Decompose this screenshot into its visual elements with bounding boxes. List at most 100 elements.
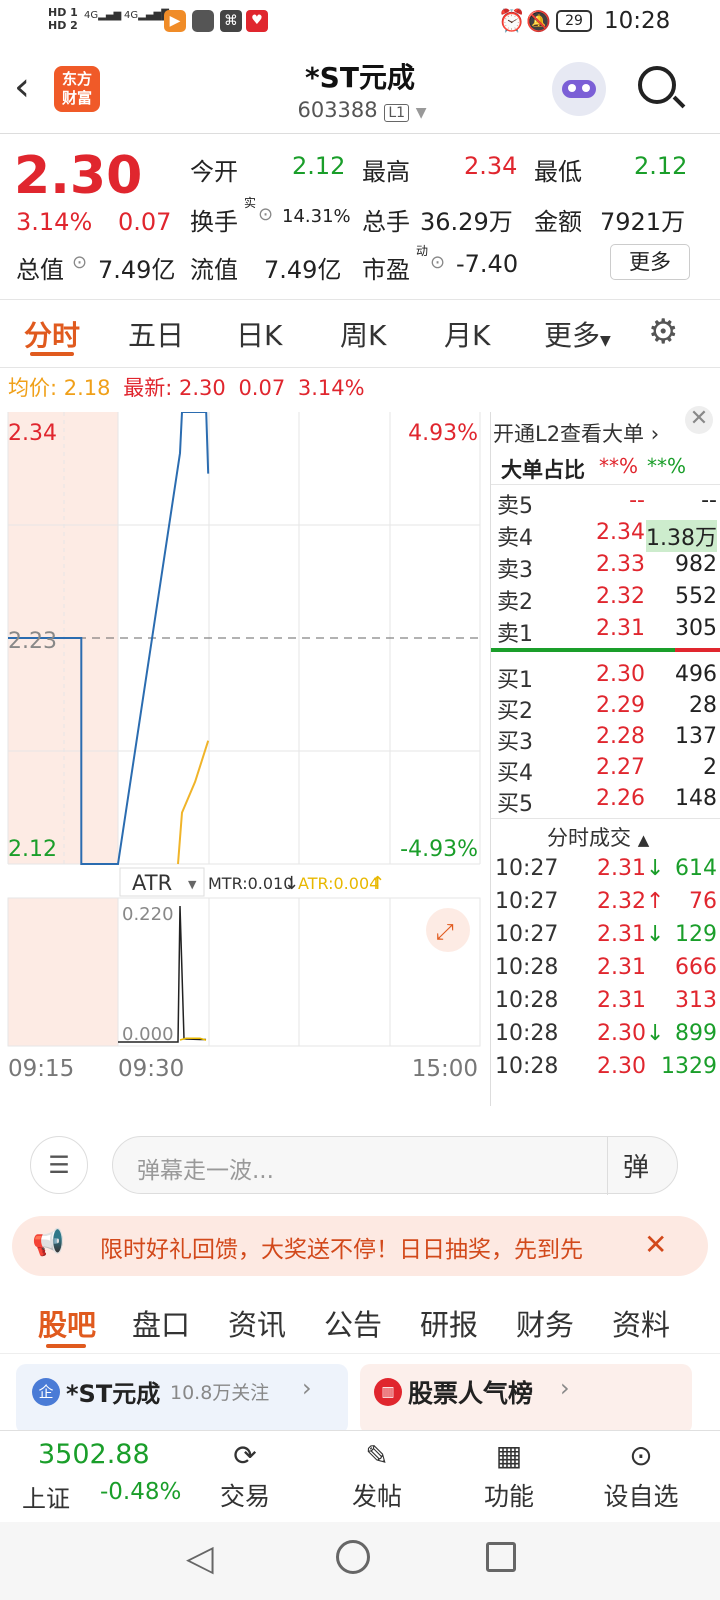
big-order-ratio-b: **% — [647, 454, 687, 478]
tab-profile[interactable]: 资料 — [612, 1302, 670, 1344]
index-value: 3502.88 — [38, 1439, 150, 1470]
tab-monthly-k[interactable]: 月K — [444, 314, 490, 354]
nav-post-label: 发帖 — [351, 1482, 402, 1511]
enterprise-badge-icon: 企 — [32, 1378, 60, 1406]
bid-row: 买1 2.30 496 — [491, 662, 720, 694]
forum-title: *ST元成 — [66, 1380, 161, 1408]
tab-guba[interactable]: 股吧 — [38, 1302, 96, 1344]
tick-time: 10:27 — [495, 889, 559, 914]
tick-price-value: 2.31 — [597, 988, 646, 1013]
tick-price: 2.30↓ — [597, 1021, 664, 1046]
ask-row: 卖4 2.34 1.38万 — [491, 520, 720, 552]
brand-logo[interactable]: 东方财富 — [54, 66, 100, 112]
header: ‹ 东方财富 *ST元成 603388 L1 ▼ — [0, 44, 720, 134]
tick-time: 10:28 — [495, 955, 559, 980]
stock-forum-card[interactable]: 企 *ST元成 10.8万关注 › — [16, 1364, 348, 1432]
tab-more[interactable]: 更多▼ — [544, 314, 611, 354]
ticks-title[interactable]: 分时成交 ▲ — [547, 822, 649, 852]
indicator-selector[interactable]: ATR ▼ — [119, 867, 205, 897]
settings-icon[interactable]: ⚙ — [648, 312, 678, 352]
tick-volume: 129 — [675, 922, 717, 947]
ask-price: 2.33 — [596, 552, 645, 577]
danmu-input[interactable]: 弹幕走一波... 弹 — [112, 1136, 678, 1195]
ask-price: 2.31 — [596, 616, 645, 641]
tick-direction-icon: ↓ — [645, 922, 665, 947]
tick-volume: 614 — [675, 856, 717, 881]
latest-pct: 3.14% — [297, 376, 365, 400]
expand-button[interactable]: ⤢ — [426, 908, 470, 952]
tick-price-value: 2.31 — [597, 922, 646, 947]
nav-trade[interactable]: ⟳ 交易 — [190, 1439, 300, 1513]
back-icon[interactable]: ‹ — [14, 64, 30, 110]
nav-functions[interactable]: ▦ 功能 — [454, 1439, 564, 1513]
info-icon[interactable]: ⊙ — [72, 252, 87, 273]
back-nav-icon[interactable]: ◁ — [186, 1538, 214, 1579]
l2-promo[interactable]: 开通L2查看大单 › — [493, 418, 659, 448]
ask-label: 卖2 — [497, 590, 533, 615]
sort-up-icon: ▲ — [637, 831, 650, 849]
latest-chg: 0.07 — [238, 376, 286, 400]
ask-volume: 1.38万 — [646, 520, 717, 552]
stock-code-row[interactable]: 603388 L1 ▼ — [272, 98, 452, 122]
close-icon[interactable]: ✕ — [685, 406, 713, 434]
bid-label: 买5 — [497, 792, 533, 817]
system-nav-bar: ◁ — [0, 1522, 720, 1600]
index-ticker[interactable]: 3502.88 上证 -0.48% — [0, 1431, 190, 1523]
open-value: 2.12 — [292, 152, 346, 180]
tab-weekly-k[interactable]: 周K — [340, 314, 386, 354]
intraday-chart[interactable]: 2.34 2.23 2.12 4.93% -4.93% ATR ▼ MTR:0.… — [0, 411, 490, 1106]
nav-post[interactable]: ✎ 发帖 — [322, 1439, 432, 1513]
bid-price: 2.26 — [596, 786, 645, 811]
ask-row: 卖1 2.31 305 — [491, 616, 720, 648]
tick-price-value: 2.31 — [597, 856, 646, 881]
big-order-label: 大单占比 — [501, 458, 585, 482]
tab-announcements[interactable]: 公告 — [324, 1302, 382, 1344]
chart-svg: 2.34 2.23 2.12 4.93% -4.93% ATR ▼ MTR:0.… — [7, 411, 481, 1082]
tick-direction-icon: ↓ — [645, 1021, 665, 1046]
robot-assistant-icon[interactable] — [552, 62, 606, 116]
current-price: 2.30 — [14, 146, 143, 206]
tick-time: 10:28 — [495, 1054, 559, 1079]
active-tab-indicator — [30, 352, 74, 356]
home-nav-icon[interactable] — [336, 1540, 370, 1574]
tab-daily-k[interactable]: 日K — [236, 314, 282, 354]
bid-volume: 496 — [675, 662, 717, 687]
info-icon[interactable]: ⊙ — [258, 204, 273, 225]
tab-research[interactable]: 研报 — [420, 1302, 478, 1344]
popularity-card[interactable]: ▥ 股票人气榜 › — [360, 1364, 692, 1432]
y-axis-mid: 2.23 — [8, 629, 57, 654]
info-icon[interactable]: ⊙ — [430, 252, 445, 273]
atr-label: ATR:0.004 — [298, 874, 379, 893]
promo-banner[interactable]: 📢 限时好礼回馈，大奖送不停！日日抽奖，先到先 ✕ — [12, 1216, 708, 1276]
tick-row: 10:28 2.30 1329 — [491, 1054, 720, 1088]
danmu-toggle-icon[interactable]: 弹 — [623, 1147, 649, 1184]
tick-row: 10:28 2.31 313 — [491, 988, 720, 1022]
close-icon[interactable]: ✕ — [644, 1228, 667, 1261]
alarm-icon: ⏰ — [498, 9, 526, 34]
tab-finance[interactable]: 财务 — [516, 1302, 574, 1344]
more-button[interactable]: 更多 — [610, 244, 690, 280]
order-book: 开通L2查看大单 › ✕ 大单占比 **% **% 卖5 -- -- 卖4 2.34 1.… — [490, 406, 720, 1106]
atr-arrow-icon: ↑ — [370, 873, 385, 894]
pct-axis-bottom: -4.93% — [400, 837, 478, 862]
cards-row: 企 *ST元成 10.8万关注 › ▥ 股票人气榜 › — [0, 1356, 720, 1432]
ask-row: 卖2 2.32 552 — [491, 584, 720, 616]
ask-price: 2.34 — [596, 520, 645, 545]
tab-intraday[interactable]: 分时 — [24, 314, 80, 354]
bid-price: 2.28 — [596, 724, 645, 749]
danmu-list-icon[interactable]: ☰ — [30, 1136, 88, 1194]
tab-news[interactable]: 资讯 — [228, 1302, 286, 1344]
tab-five-day[interactable]: 五日 — [128, 314, 184, 354]
pe-sup: 动 — [416, 244, 429, 258]
search-icon[interactable] — [638, 66, 686, 109]
nav-add-watchlist[interactable]: ⊙ 设自选 — [586, 1439, 696, 1513]
volume-value: 36.29万 — [420, 208, 513, 236]
y-axis-bottom: 2.12 — [8, 837, 57, 862]
tick-time: 10:28 — [495, 1021, 559, 1046]
stock-name[interactable]: *ST元成 — [260, 56, 460, 96]
tab-pankou[interactable]: 盘口 — [132, 1302, 190, 1344]
recents-nav-icon[interactable] — [486, 1542, 516, 1572]
mute-icon: 🔕 — [526, 9, 551, 33]
bid-price: 2.29 — [596, 693, 645, 718]
high-value: 2.34 — [464, 152, 518, 180]
